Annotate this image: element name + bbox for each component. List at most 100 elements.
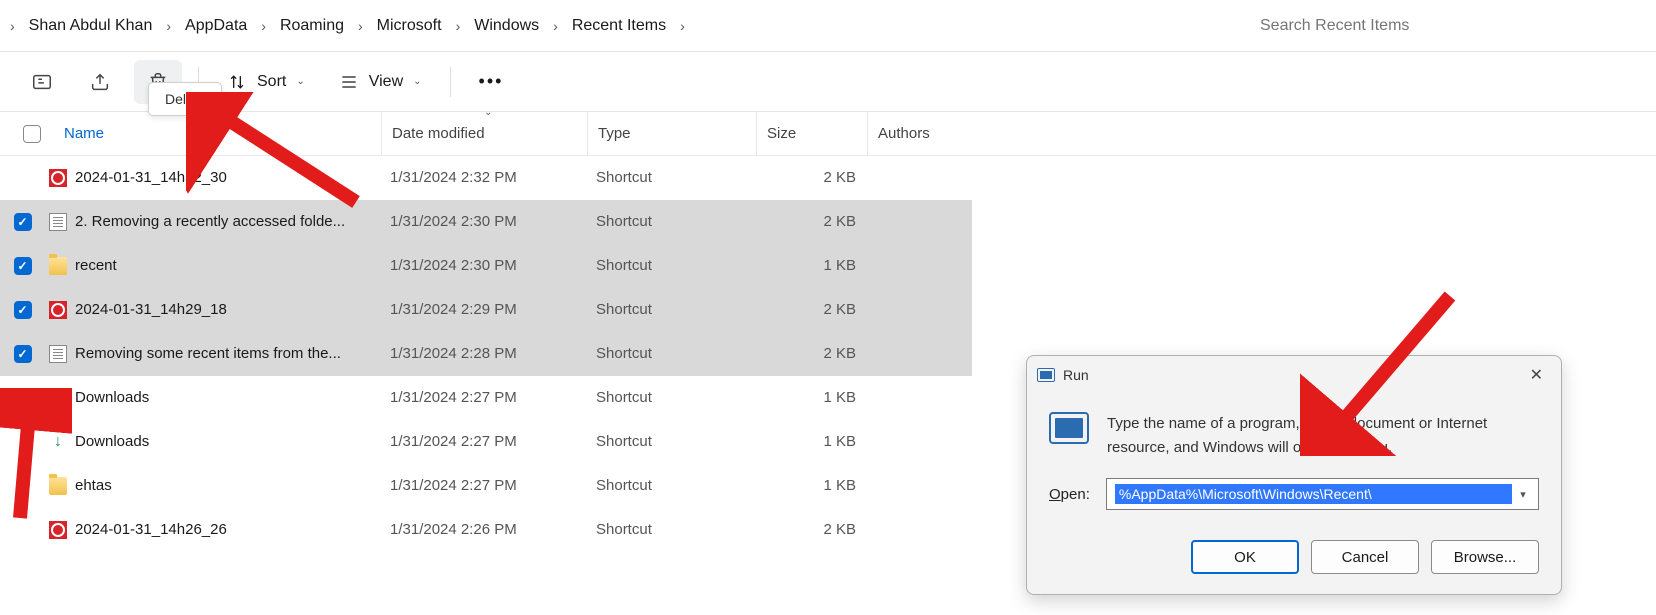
chevron-down-icon: ⌄ [413, 76, 421, 87]
ok-button[interactable]: OK [1191, 540, 1299, 574]
chevron-right-icon[interactable]: › [678, 18, 687, 34]
column-name-label: Name [64, 125, 104, 142]
open-label: Open: [1049, 486, 1090, 503]
column-name[interactable]: Name [0, 112, 382, 155]
file-row[interactable]: ↓Downloads1/31/2024 2:27 PMShortcut1 KB [0, 376, 972, 420]
chevron-right-icon[interactable]: › [259, 18, 268, 34]
file-date: 1/31/2024 2:27 PM [390, 389, 596, 406]
chevron-right-icon[interactable]: › [356, 18, 365, 34]
file-name: 2. Removing a recently accessed folde... [71, 213, 390, 230]
file-date: 1/31/2024 2:30 PM [390, 213, 596, 230]
share-button[interactable] [76, 60, 124, 104]
file-name: 2024-01-31_14h32_30 [71, 169, 390, 186]
file-size: 2 KB [765, 213, 876, 230]
breadcrumb-segment[interactable]: Windows [466, 13, 547, 39]
breadcrumb-segment[interactable]: Microsoft [369, 13, 450, 39]
file-type: Shortcut [596, 345, 765, 362]
file-name: ehtas [71, 477, 390, 494]
column-size[interactable]: Size [757, 112, 868, 155]
search-input[interactable] [1248, 8, 1648, 44]
view-label: View [369, 73, 403, 91]
file-name: 2024-01-31_14h29_18 [71, 301, 390, 318]
dropdown-icon[interactable]: ▾ [1512, 488, 1534, 501]
more-button[interactable]: ••• [467, 63, 516, 100]
folder-icon [49, 257, 67, 275]
run-title-text: Run [1063, 367, 1089, 383]
file-type: Shortcut [596, 521, 765, 538]
file-type: Shortcut [596, 433, 765, 450]
file-list: 2024-01-31_14h32_301/31/2024 2:32 PMShor… [0, 156, 972, 552]
file-date: 1/31/2024 2:32 PM [390, 169, 596, 186]
file-row[interactable]: ↓Downloads1/31/2024 2:27 PMShortcut1 KB [0, 420, 972, 464]
close-button[interactable]: ✕ [1522, 361, 1551, 389]
row-checkbox[interactable] [14, 213, 32, 231]
sort-button[interactable]: Sort ⌄ [215, 64, 317, 100]
download-icon: ↓ [54, 433, 62, 451]
file-name: 2024-01-31_14h26_26 [71, 521, 390, 538]
file-size: 2 KB [765, 345, 876, 362]
file-date: 1/31/2024 2:30 PM [390, 257, 596, 274]
run-dialog: Run ✕ Type the name of a program, folder… [1026, 355, 1562, 595]
file-date: 1/31/2024 2:27 PM [390, 433, 596, 450]
chevron-right-icon[interactable]: › [8, 18, 17, 34]
chevron-right-icon[interactable]: › [551, 18, 560, 34]
sort-label: Sort [257, 73, 286, 91]
file-icon [49, 169, 67, 187]
address-bar: › Shan Abdul Khan › AppData › Roaming › … [0, 0, 1656, 52]
search-area [1248, 8, 1648, 44]
file-date: 1/31/2024 2:29 PM [390, 301, 596, 318]
file-name: Downloads [71, 433, 390, 450]
row-checkbox[interactable] [14, 345, 32, 363]
document-icon [49, 213, 67, 231]
file-row[interactable]: Removing some recent items from the...1/… [0, 332, 972, 376]
breadcrumb-segment[interactable]: AppData [177, 13, 255, 39]
file-row[interactable]: recent1/31/2024 2:30 PMShortcut1 KB [0, 244, 972, 288]
toolbar-divider [450, 67, 451, 97]
file-type: Shortcut [596, 389, 765, 406]
column-authors[interactable]: Authors [868, 112, 988, 155]
breadcrumb-segment[interactable]: Roaming [272, 13, 352, 39]
file-type: Shortcut [596, 213, 765, 230]
file-size: 2 KB [765, 521, 876, 538]
file-date: 1/31/2024 2:28 PM [390, 345, 596, 362]
run-description: Type the name of a program, folder, docu… [1107, 412, 1539, 460]
row-checkbox[interactable] [14, 301, 32, 319]
run-app-icon [1049, 412, 1089, 444]
chevron-down-icon: ⌄ [296, 76, 304, 87]
run-icon [1037, 368, 1055, 382]
cancel-button[interactable]: Cancel [1311, 540, 1419, 574]
column-date[interactable]: Date modified [382, 112, 588, 155]
file-name: Removing some recent items from the... [71, 345, 390, 362]
file-row[interactable]: 2024-01-31_14h29_181/31/2024 2:29 PMShor… [0, 288, 972, 332]
folder-icon [49, 477, 67, 495]
toolbar: Sort ⌄ View ⌄ ••• Delete [0, 52, 1656, 112]
chevron-right-icon[interactable]: › [454, 18, 463, 34]
view-button[interactable]: View ⌄ [327, 64, 434, 100]
browse-button[interactable]: Browse... [1431, 540, 1539, 574]
breadcrumb-segment[interactable]: Shan Abdul Khan [21, 13, 161, 39]
file-size: 1 KB [765, 257, 876, 274]
sort-indicator-icon: ⌄ [484, 107, 492, 118]
run-titlebar[interactable]: Run ✕ [1027, 356, 1561, 394]
breadcrumb: › Shan Abdul Khan › AppData › Roaming › … [8, 13, 1236, 39]
delete-tooltip: Delete [148, 82, 222, 116]
file-type: Shortcut [596, 169, 765, 186]
open-input[interactable]: %AppData%\Microsoft\Windows\Recent\ ▾ [1106, 478, 1539, 510]
file-name: recent [71, 257, 390, 274]
file-row[interactable]: 2024-01-31_14h26_261/31/2024 2:26 PMShor… [0, 508, 972, 552]
file-size: 1 KB [765, 389, 876, 406]
file-row[interactable]: 2024-01-31_14h32_301/31/2024 2:32 PMShor… [0, 156, 972, 200]
file-row[interactable]: 2. Removing a recently accessed folde...… [0, 200, 972, 244]
file-row[interactable]: ehtas1/31/2024 2:27 PMShortcut1 KB [0, 464, 972, 508]
row-checkbox[interactable] [14, 257, 32, 275]
file-type: Shortcut [596, 257, 765, 274]
select-all-checkbox[interactable] [23, 125, 41, 143]
file-icon [49, 301, 67, 319]
breadcrumb-segment[interactable]: Recent Items [564, 13, 674, 39]
column-header: Name ⌄ Date modified Type Size Authors [0, 112, 1656, 156]
rename-button[interactable] [18, 60, 66, 104]
column-type[interactable]: Type [588, 112, 757, 155]
file-date: 1/31/2024 2:27 PM [390, 477, 596, 494]
chevron-right-icon[interactable]: › [164, 18, 173, 34]
file-date: 1/31/2024 2:26 PM [390, 521, 596, 538]
